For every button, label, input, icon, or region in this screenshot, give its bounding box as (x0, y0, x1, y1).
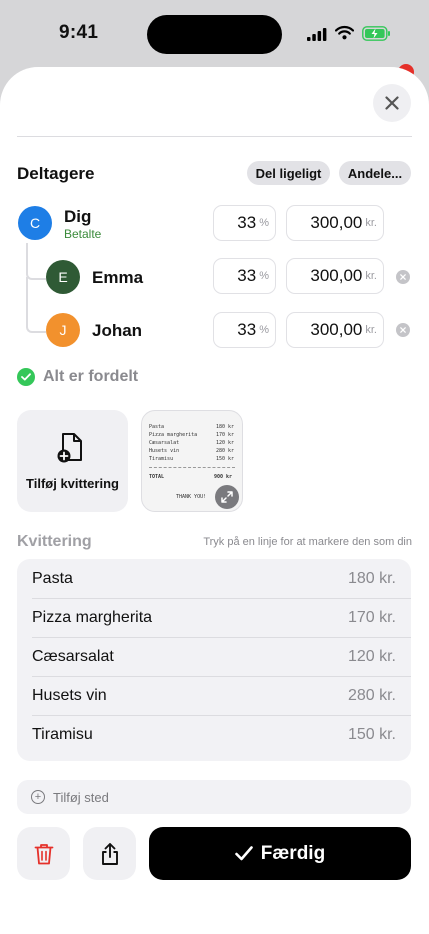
percent-field[interactable]: 33 % (213, 312, 276, 348)
receipt-item-row[interactable]: Pasta 180 kr. (17, 560, 411, 599)
avatar: C (18, 206, 52, 240)
battery-charging-icon (362, 26, 390, 41)
avatar: J (46, 313, 80, 347)
shares-button[interactable]: Andele... (339, 161, 411, 185)
participant-name: Emma (92, 268, 144, 287)
amount-value: 300,00 (310, 213, 363, 232)
add-place-button[interactable]: + Tilføj sted (17, 780, 411, 814)
expand-icon (221, 491, 233, 503)
item-price: 120 kr. (347, 648, 396, 665)
participants-title: Deltagere (17, 164, 95, 183)
receipt-section-title: Kvittering (17, 533, 92, 550)
avatar-initial: C (29, 215, 41, 231)
receipt-divider (149, 467, 235, 468)
currency-unit: kr. (365, 270, 377, 282)
distribution-status: Alt er fordelt (17, 368, 138, 386)
expand-button[interactable] (215, 485, 239, 509)
cellular-signal-icon (307, 28, 327, 41)
close-button[interactable] (373, 84, 411, 122)
receipt-line-price: 120 kr (216, 440, 235, 446)
add-document-icon (57, 433, 82, 463)
avatar-initial: E (58, 269, 68, 285)
receipt-line-name: Husets vin (149, 448, 180, 454)
plus-circle-icon: + (31, 790, 45, 804)
receipt-total-value: 900 kr (214, 474, 233, 480)
percent-value: 33 (237, 266, 257, 285)
add-place-label: Tilføj sted (53, 789, 109, 805)
receipt-line-price: 280 kr (216, 448, 235, 454)
receipt-thumbnail[interactable]: Pasta 180 kr Pizza margherita 170 kr Cæs… (141, 410, 243, 512)
share-icon (101, 842, 118, 865)
distribution-status-text: Alt er fordelt (43, 368, 139, 385)
tree-connector (26, 243, 46, 280)
tree-connector (26, 277, 46, 333)
status-time: 9:41 (59, 22, 99, 43)
receipt-line-name: Tiramisu (149, 456, 174, 462)
close-icon (385, 96, 399, 110)
amount-field[interactable]: 300,00 kr. (286, 205, 384, 241)
receipt-thanks: THANK YOU! (176, 494, 207, 500)
receipt-line-name: Pasta (149, 424, 165, 430)
add-receipt-button[interactable]: Tilføj kvittering (17, 410, 128, 512)
item-name: Pizza margherita (32, 609, 153, 626)
item-name: Cæsarsalat (32, 648, 114, 665)
item-price: 280 kr. (347, 687, 396, 704)
dynamic-island (147, 15, 282, 54)
share-button[interactable] (83, 827, 136, 880)
divider (17, 136, 412, 137)
item-name: Pasta (32, 570, 73, 587)
checkmark-icon (234, 846, 253, 861)
item-price: 170 kr. (347, 609, 396, 626)
avatar: E (46, 260, 80, 294)
avatar-initial: J (59, 322, 67, 338)
split-sheet: Deltagere Del ligeligt Andele... C Dig B… (0, 67, 429, 934)
wifi-icon (335, 25, 354, 40)
add-receipt-label: Tilføj kvittering (26, 476, 119, 491)
done-label: Færdig (260, 842, 326, 864)
paid-status: Betalte (64, 227, 102, 241)
percent-unit: % (259, 324, 269, 336)
currency-unit: kr. (365, 324, 377, 336)
percent-field[interactable]: 33 % (213, 258, 276, 294)
remove-icon (400, 274, 406, 280)
item-name: Tiramisu (32, 726, 93, 743)
split-equally-button[interactable]: Del ligeligt (247, 161, 330, 185)
receipt-line-price: 150 kr (216, 456, 235, 462)
amount-value: 300,00 (310, 266, 363, 285)
receipt-line-name: Cæsarsalat (149, 440, 180, 446)
status-bar: 9:41 (0, 0, 429, 80)
amount-field[interactable]: 300,00 kr. (286, 258, 384, 294)
amount-field[interactable]: 300,00 kr. (286, 312, 384, 348)
participant-name: Johan (92, 321, 143, 340)
receipt-item-row[interactable]: Pizza margherita 170 kr. (17, 599, 411, 638)
percent-unit: % (259, 270, 269, 282)
remove-participant-button[interactable] (396, 323, 410, 337)
item-price: 150 kr. (347, 726, 396, 743)
percent-value: 33 (237, 320, 257, 339)
item-name: Husets vin (32, 687, 107, 704)
done-button[interactable]: Færdig (149, 827, 411, 880)
receipt-item-row[interactable]: Tiramisu 150 kr. (17, 716, 411, 755)
receipt-hint: Tryk på en linje for at markere den som … (203, 536, 412, 548)
trash-icon (34, 843, 53, 864)
receipt-line-price: 180 kr (216, 424, 235, 430)
remove-icon (400, 327, 406, 333)
receipt-item-list: Pasta 180 kr. Pizza margherita 170 kr. C… (17, 559, 411, 761)
participant-name: Dig (64, 207, 92, 226)
currency-unit: kr. (365, 217, 377, 229)
percent-value: 33 (237, 213, 257, 232)
percent-field[interactable]: 33 % (213, 205, 276, 241)
delete-button[interactable] (17, 827, 70, 880)
item-price: 180 kr. (347, 570, 396, 587)
checkmark-circle-icon (17, 368, 35, 386)
receipt-total-label: TOTAL (149, 474, 165, 480)
receipt-item-row[interactable]: Husets vin 280 kr. (17, 677, 411, 716)
receipt-item-row[interactable]: Cæsarsalat 120 kr. (17, 638, 411, 677)
amount-value: 300,00 (310, 320, 363, 339)
percent-unit: % (259, 217, 269, 229)
remove-participant-button[interactable] (396, 270, 410, 284)
receipt-line-price: 170 kr (216, 432, 235, 438)
receipt-line-name: Pizza margherita (149, 432, 198, 438)
